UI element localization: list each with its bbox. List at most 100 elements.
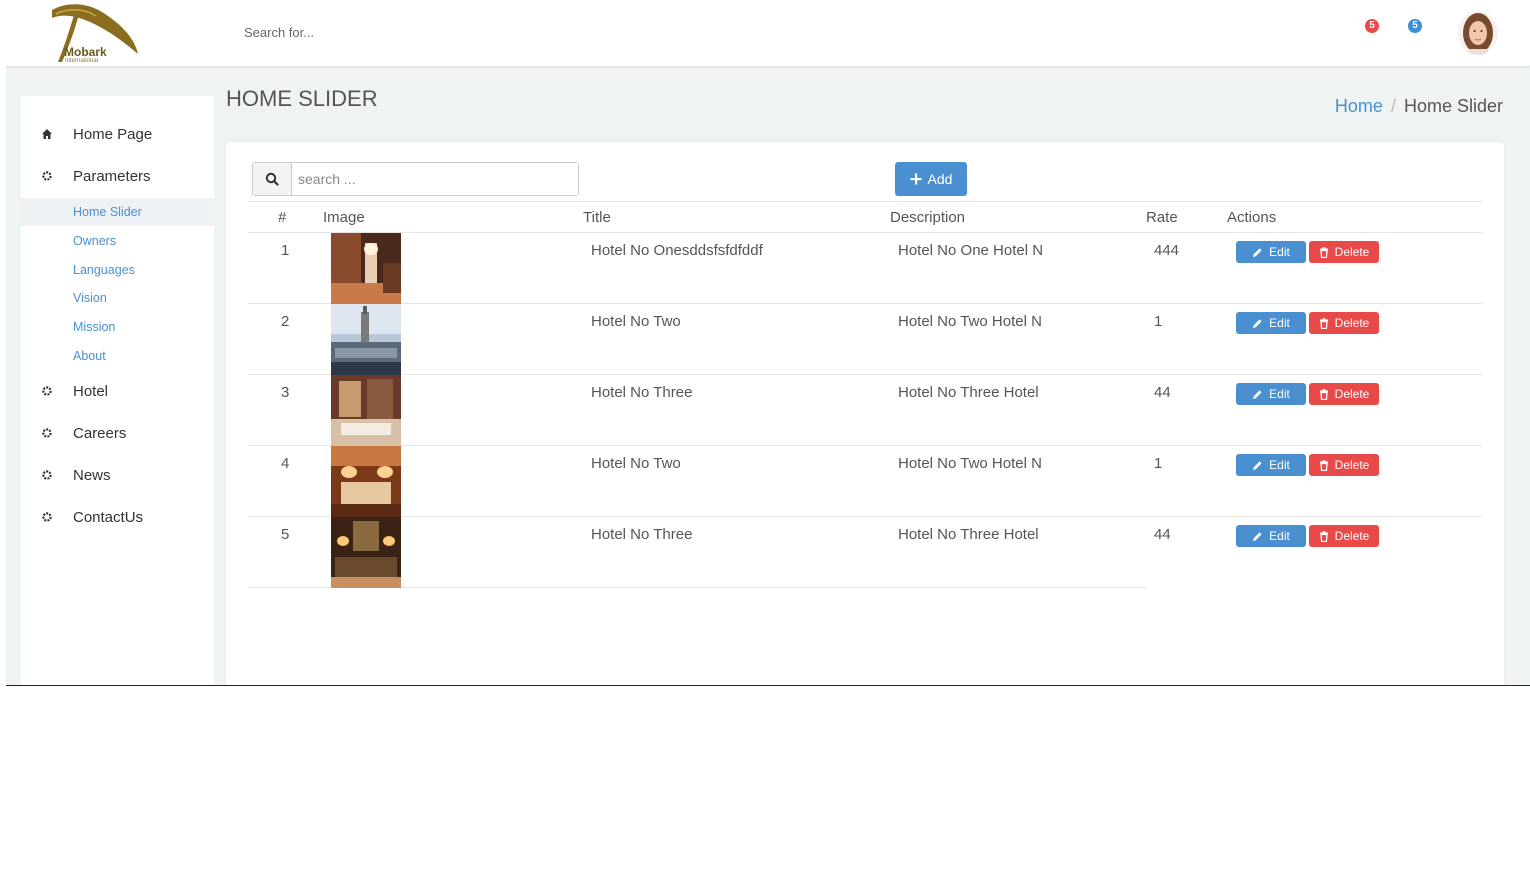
add-button[interactable]: Add [895,162,967,196]
breadcrumb: Home / Home Slider [1335,96,1503,117]
pencil-icon [1253,247,1262,257]
add-button-label: Add [927,171,953,187]
trash-icon [1319,459,1328,471]
edit-button[interactable]: Edit [1236,525,1306,547]
delete-button[interactable]: Delete [1309,454,1379,476]
trash-icon [1319,317,1328,329]
row-description: Hotel No Two Hotel N [898,313,1042,330]
delete-button-label: Delete [1334,316,1370,330]
hotel-thumbnail [331,304,401,375]
table-search-input[interactable] [292,163,578,195]
edit-button-label: Edit [1269,529,1290,543]
gear-icon [21,469,73,481]
sidebar-subitem-about[interactable]: About [21,342,214,370]
delete-button[interactable]: Delete [1309,241,1379,263]
edit-button[interactable]: Edit [1236,312,1306,334]
column-header-number: # [278,209,287,226]
delete-button-label: Delete [1334,387,1370,401]
row-description: Hotel No Three Hotel [898,526,1039,543]
sidebar-item-hotel[interactable]: Hotel [21,372,214,410]
sidebar-subitem-home-slider[interactable]: Home Slider [21,198,214,226]
global-search-input[interactable] [244,25,544,40]
sidebar-item-home-page[interactable]: Home Page [21,115,214,153]
edit-button[interactable]: Edit [1236,383,1306,405]
plus-icon [910,173,922,185]
sidebar-item-label: Careers [73,424,127,442]
row-rate: 444 [1154,242,1180,259]
edit-button-label: Edit [1269,245,1290,259]
top-bar: Mobark International 5 5 [6,0,1530,67]
edit-button-label: Edit [1269,387,1290,401]
row-rate: 1 [1154,455,1163,472]
user-avatar[interactable] [1458,11,1498,55]
sidebar-item-label: ContactUs [73,508,144,526]
page-title: HOME SLIDER [226,86,378,111]
trash-icon [1319,530,1328,542]
row-title: Hotel No Three [591,384,693,401]
column-header-title: Title [583,209,611,226]
edit-button[interactable]: Edit [1236,241,1306,263]
sidebar: Home Page Parameters Home Slider Owners … [21,96,214,685]
search-icon [253,163,292,195]
row-title: Hotel No Two [591,313,681,330]
delete-button-label: Delete [1334,245,1370,259]
pencil-icon [1253,318,1262,328]
sidebar-item-label: News [73,466,111,484]
logo-subtext: International [65,58,99,64]
table-row: 2 Hotel No Two Hotel No Two Hotel N 1 Ed… [248,304,1482,375]
edit-button-label: Edit [1269,316,1290,330]
gear-icon [21,385,73,397]
edit-button[interactable]: Edit [1236,454,1306,476]
table-header: # Image Title Description Rate Actions [248,201,1482,233]
column-header-rate: Rate [1146,209,1178,226]
table-row: 1 Hotel No Onesddsfsfdfddf Hotel No One … [248,233,1482,304]
row-title: Hotel No Three [591,526,693,543]
row-number: 5 [281,526,290,543]
notification-badge-red[interactable]: 5 [1365,19,1379,33]
sidebar-item-contactus[interactable]: ContactUs [21,498,214,536]
row-rate: 44 [1154,526,1171,543]
sidebar-item-label: Home Page [73,125,153,143]
sidebar-item-careers[interactable]: Careers [21,414,214,452]
notification-badge-blue[interactable]: 5 [1408,19,1422,33]
column-header-image: Image [323,209,365,226]
company-logo[interactable]: Mobark International [46,2,146,64]
sidebar-subitem-languages[interactable]: Languages [21,256,214,284]
hotel-thumbnail [331,446,401,517]
row-rate: 44 [1154,384,1171,401]
delete-button-label: Delete [1334,529,1370,543]
table-row: 3 Hotel No Three Hotel No Three Hotel 44… [248,375,1482,446]
column-header-description: Description [890,209,966,226]
gear-icon [21,511,73,523]
breadcrumb-home-link[interactable]: Home [1335,96,1383,117]
trash-icon [1319,388,1328,400]
sidebar-subitem-vision[interactable]: Vision [21,284,214,312]
table-search [252,162,579,196]
hotel-thumbnail [331,233,401,304]
row-number: 2 [281,313,290,330]
delete-button[interactable]: Delete [1309,312,1379,334]
sidebar-subitem-owners[interactable]: Owners [21,227,214,255]
breadcrumb-current: Home Slider [1403,96,1503,116]
sidebar-item-label: Hotel [73,382,109,400]
sidebar-item-news[interactable]: News [21,456,214,494]
row-number: 3 [281,384,290,401]
row-number: 1 [281,242,290,259]
row-title: Hotel No Two [591,455,681,472]
hotel-thumbnail [331,517,401,588]
delete-button[interactable]: Delete [1309,383,1379,405]
home-icon [21,128,73,140]
pencil-icon [1253,531,1262,541]
row-description: Hotel No One Hotel N [898,242,1044,259]
gear-icon [21,170,73,182]
table-row: 5 Hotel No Three Hotel No Three Hotel 44… [248,517,1379,588]
row-description: Hotel No Two Hotel N [898,455,1042,472]
sidebar-item-parameters[interactable]: Parameters [21,157,214,195]
table-row: 4 Hotel No Two Hotel No Two Hotel N 1 Ed… [248,446,1482,517]
delete-button-label: Delete [1334,458,1370,472]
sidebar-subitem-mission[interactable]: Mission [21,313,214,341]
logo-text: Mobark [64,45,107,59]
slider-table: # Image Title Description Rate Actions 1… [248,201,1482,588]
delete-button[interactable]: Delete [1309,525,1379,547]
row-title: Hotel No Onesddsfsfdfddf [591,242,763,259]
